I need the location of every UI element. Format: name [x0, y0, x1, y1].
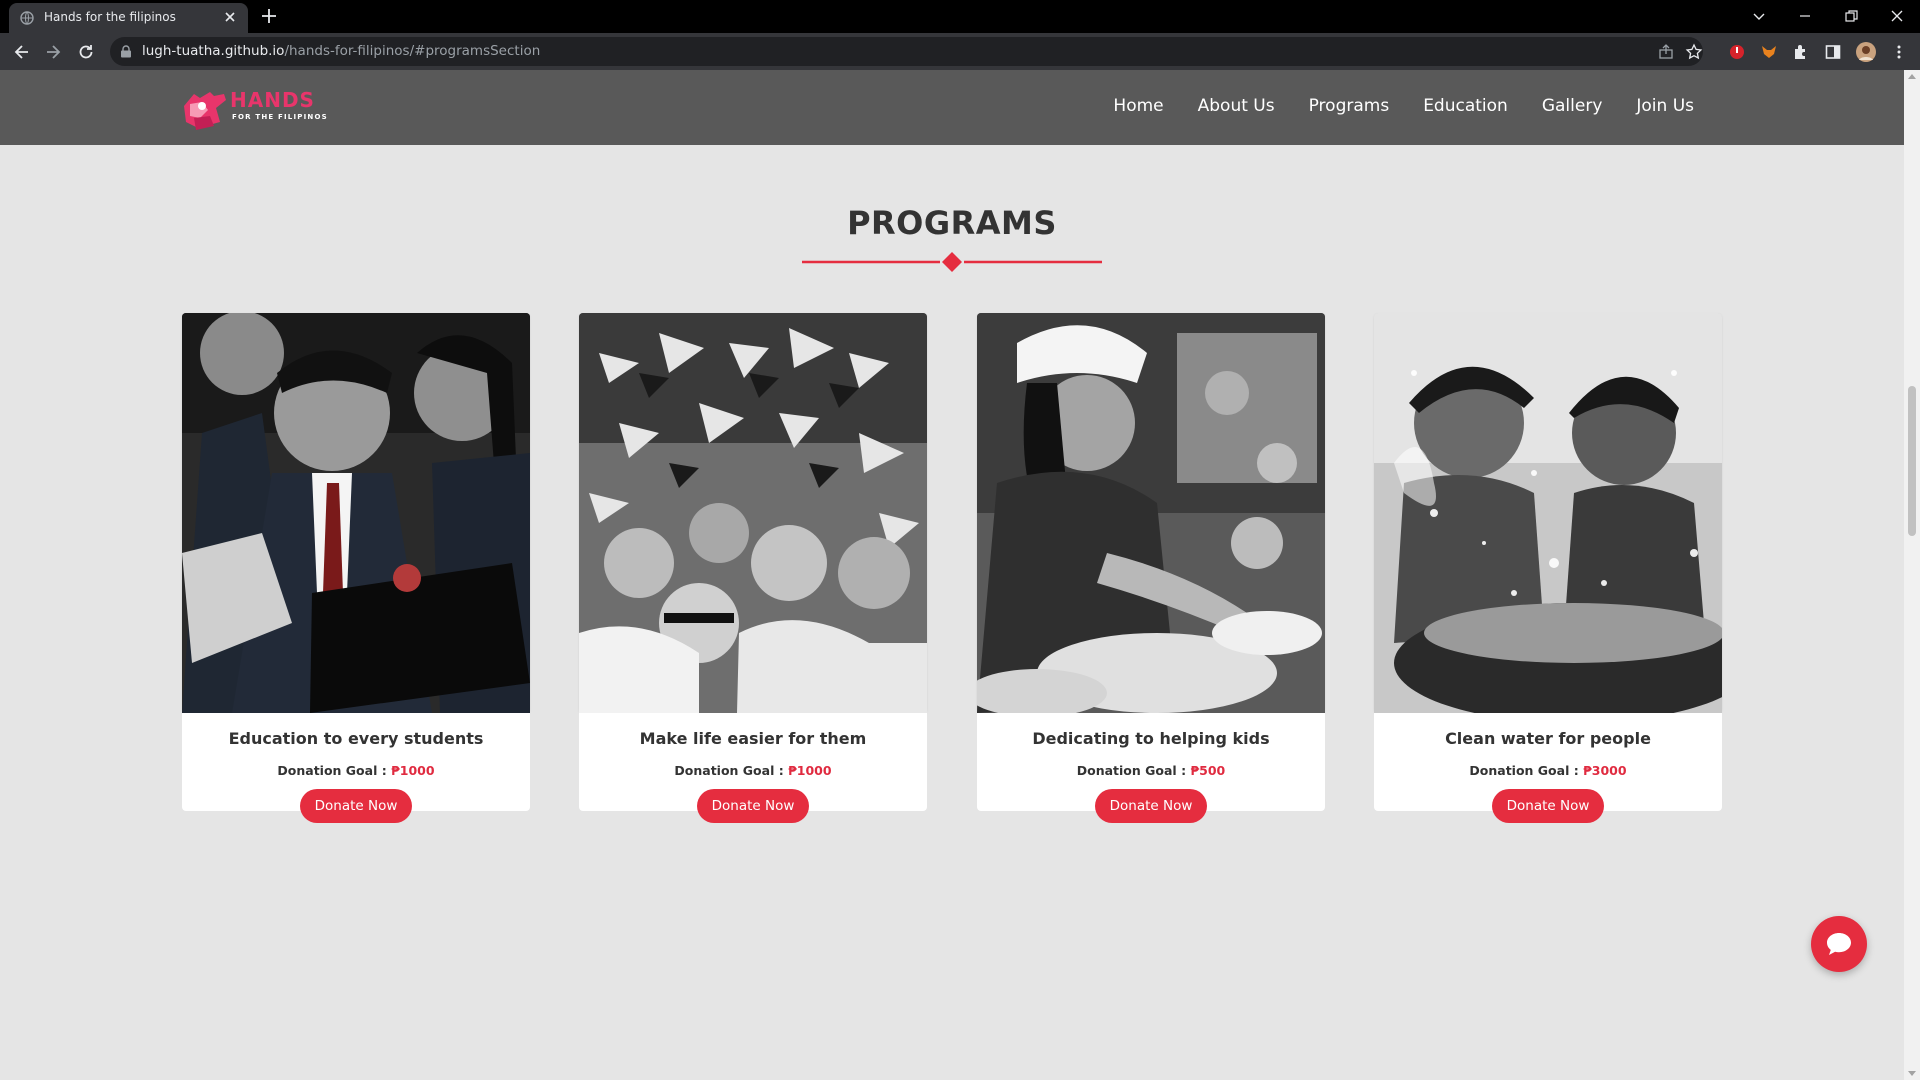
page-viewport: HANDS FOR THE FILIPINOS Home About Us Pr… [0, 70, 1904, 1080]
students-photo [182, 313, 530, 713]
back-icon[interactable] [12, 42, 32, 62]
nav-education[interactable]: Education [1423, 96, 1508, 116]
donation-amount: ₱500 [1190, 763, 1226, 778]
card-body: Clean water for people Donation Goal : ₱… [1374, 713, 1722, 823]
close-tab-icon[interactable] [222, 9, 238, 25]
tab-title: Hands for the filipinos [44, 10, 176, 24]
crowd-flags-photo [579, 313, 927, 713]
card-title: Clean water for people [1445, 729, 1651, 748]
program-card: Make life easier for them Donation Goal … [579, 313, 927, 823]
children-water-photo [1374, 313, 1722, 713]
card-title: Dedicating to helping kids [1032, 729, 1270, 748]
minimize-icon[interactable] [1796, 7, 1814, 25]
donation-goal: Donation Goal : ₱3000 [1469, 763, 1627, 778]
chat-bubble-icon [1827, 933, 1851, 955]
donation-amount: ₱1000 [788, 763, 832, 778]
donation-goal: Donation Goal : ₱1000 [277, 763, 435, 778]
close-window-icon[interactable] [1888, 7, 1906, 25]
address-bar[interactable]: lugh-tuatha.github.io/hands-for-filipino… [110, 37, 1703, 66]
scroll-up-icon[interactable] [1908, 74, 1916, 79]
donation-amount: ₱3000 [1583, 763, 1627, 778]
page-scrollbar[interactable] [1904, 70, 1920, 1080]
card-title: Education to every students [228, 729, 484, 748]
donate-now-button[interactable]: Donate Now [1492, 789, 1604, 823]
browser-toolbar: lugh-tuatha.github.io/hands-for-filipino… [0, 33, 1920, 70]
donation-goal: Donation Goal : ₱500 [1076, 763, 1226, 778]
donate-now-button[interactable]: Donate Now [1095, 789, 1207, 823]
nav-join-us[interactable]: Join Us [1636, 96, 1694, 116]
section-title: PROGRAMS [847, 204, 1057, 242]
donation-goal: Donation Goal : ₱1000 [674, 763, 832, 778]
share-icon[interactable] [1657, 43, 1675, 61]
browser-menu-icon[interactable] [1890, 43, 1908, 61]
hands-logo-icon [184, 92, 226, 130]
card-body: Make life easier for them Donation Goal … [579, 713, 927, 823]
profile-avatar-icon[interactable] [1856, 42, 1876, 62]
reload-icon[interactable] [76, 42, 96, 62]
side-panel-icon[interactable] [1824, 43, 1842, 61]
site-navbar: HANDS FOR THE FILIPINOS Home About Us Pr… [0, 70, 1904, 145]
lock-icon[interactable] [120, 45, 132, 58]
title-divider [802, 252, 1102, 272]
card-title: Make life easier for them [639, 729, 867, 748]
feeding-kids-photo [977, 313, 1325, 713]
browser-tab[interactable]: Hands for the filipinos [9, 3, 248, 33]
card-body: Dedicating to helping kids Donation Goal… [977, 713, 1325, 823]
extensions-puzzle-icon[interactable] [1792, 43, 1810, 61]
nav-gallery[interactable]: Gallery [1542, 96, 1603, 116]
tab-search-icon[interactable] [1750, 7, 1768, 25]
scrollbar-thumb[interactable] [1908, 386, 1916, 536]
donate-now-button[interactable]: Donate Now [697, 789, 809, 823]
forward-icon[interactable] [43, 42, 63, 62]
extension-red-icon[interactable] [1728, 43, 1746, 61]
nav-home[interactable]: Home [1113, 96, 1163, 116]
nav-about-us[interactable]: About Us [1198, 96, 1275, 116]
chat-button[interactable] [1811, 916, 1867, 972]
scroll-down-icon[interactable] [1908, 1071, 1916, 1076]
url-text[interactable]: lugh-tuatha.github.io/hands-for-filipino… [142, 43, 540, 59]
globe-icon [20, 11, 34, 25]
nav-programs[interactable]: Programs [1309, 96, 1390, 116]
new-tab-icon[interactable] [260, 7, 278, 25]
bookmark-star-icon[interactable] [1685, 43, 1703, 61]
logo-sub-text: FOR THE FILIPINOS [232, 113, 328, 121]
extension-fox-icon[interactable] [1760, 43, 1778, 61]
program-card: Clean water for people Donation Goal : ₱… [1374, 313, 1722, 823]
restore-icon[interactable] [1842, 7, 1860, 25]
donate-now-button[interactable]: Donate Now [300, 789, 412, 823]
program-card: Dedicating to helping kids Donation Goal… [977, 313, 1325, 823]
main-menu: Home About Us Programs Education Gallery… [1113, 96, 1694, 116]
browser-tab-bar: Hands for the filipinos [0, 0, 1920, 33]
card-body: Education to every students Donation Goa… [182, 713, 530, 823]
logo-main-text: HANDS [230, 88, 315, 112]
site-logo[interactable]: HANDS FOR THE FILIPINOS [180, 86, 330, 132]
program-card: Education to every students Donation Goa… [182, 313, 530, 823]
donation-amount: ₱1000 [391, 763, 435, 778]
